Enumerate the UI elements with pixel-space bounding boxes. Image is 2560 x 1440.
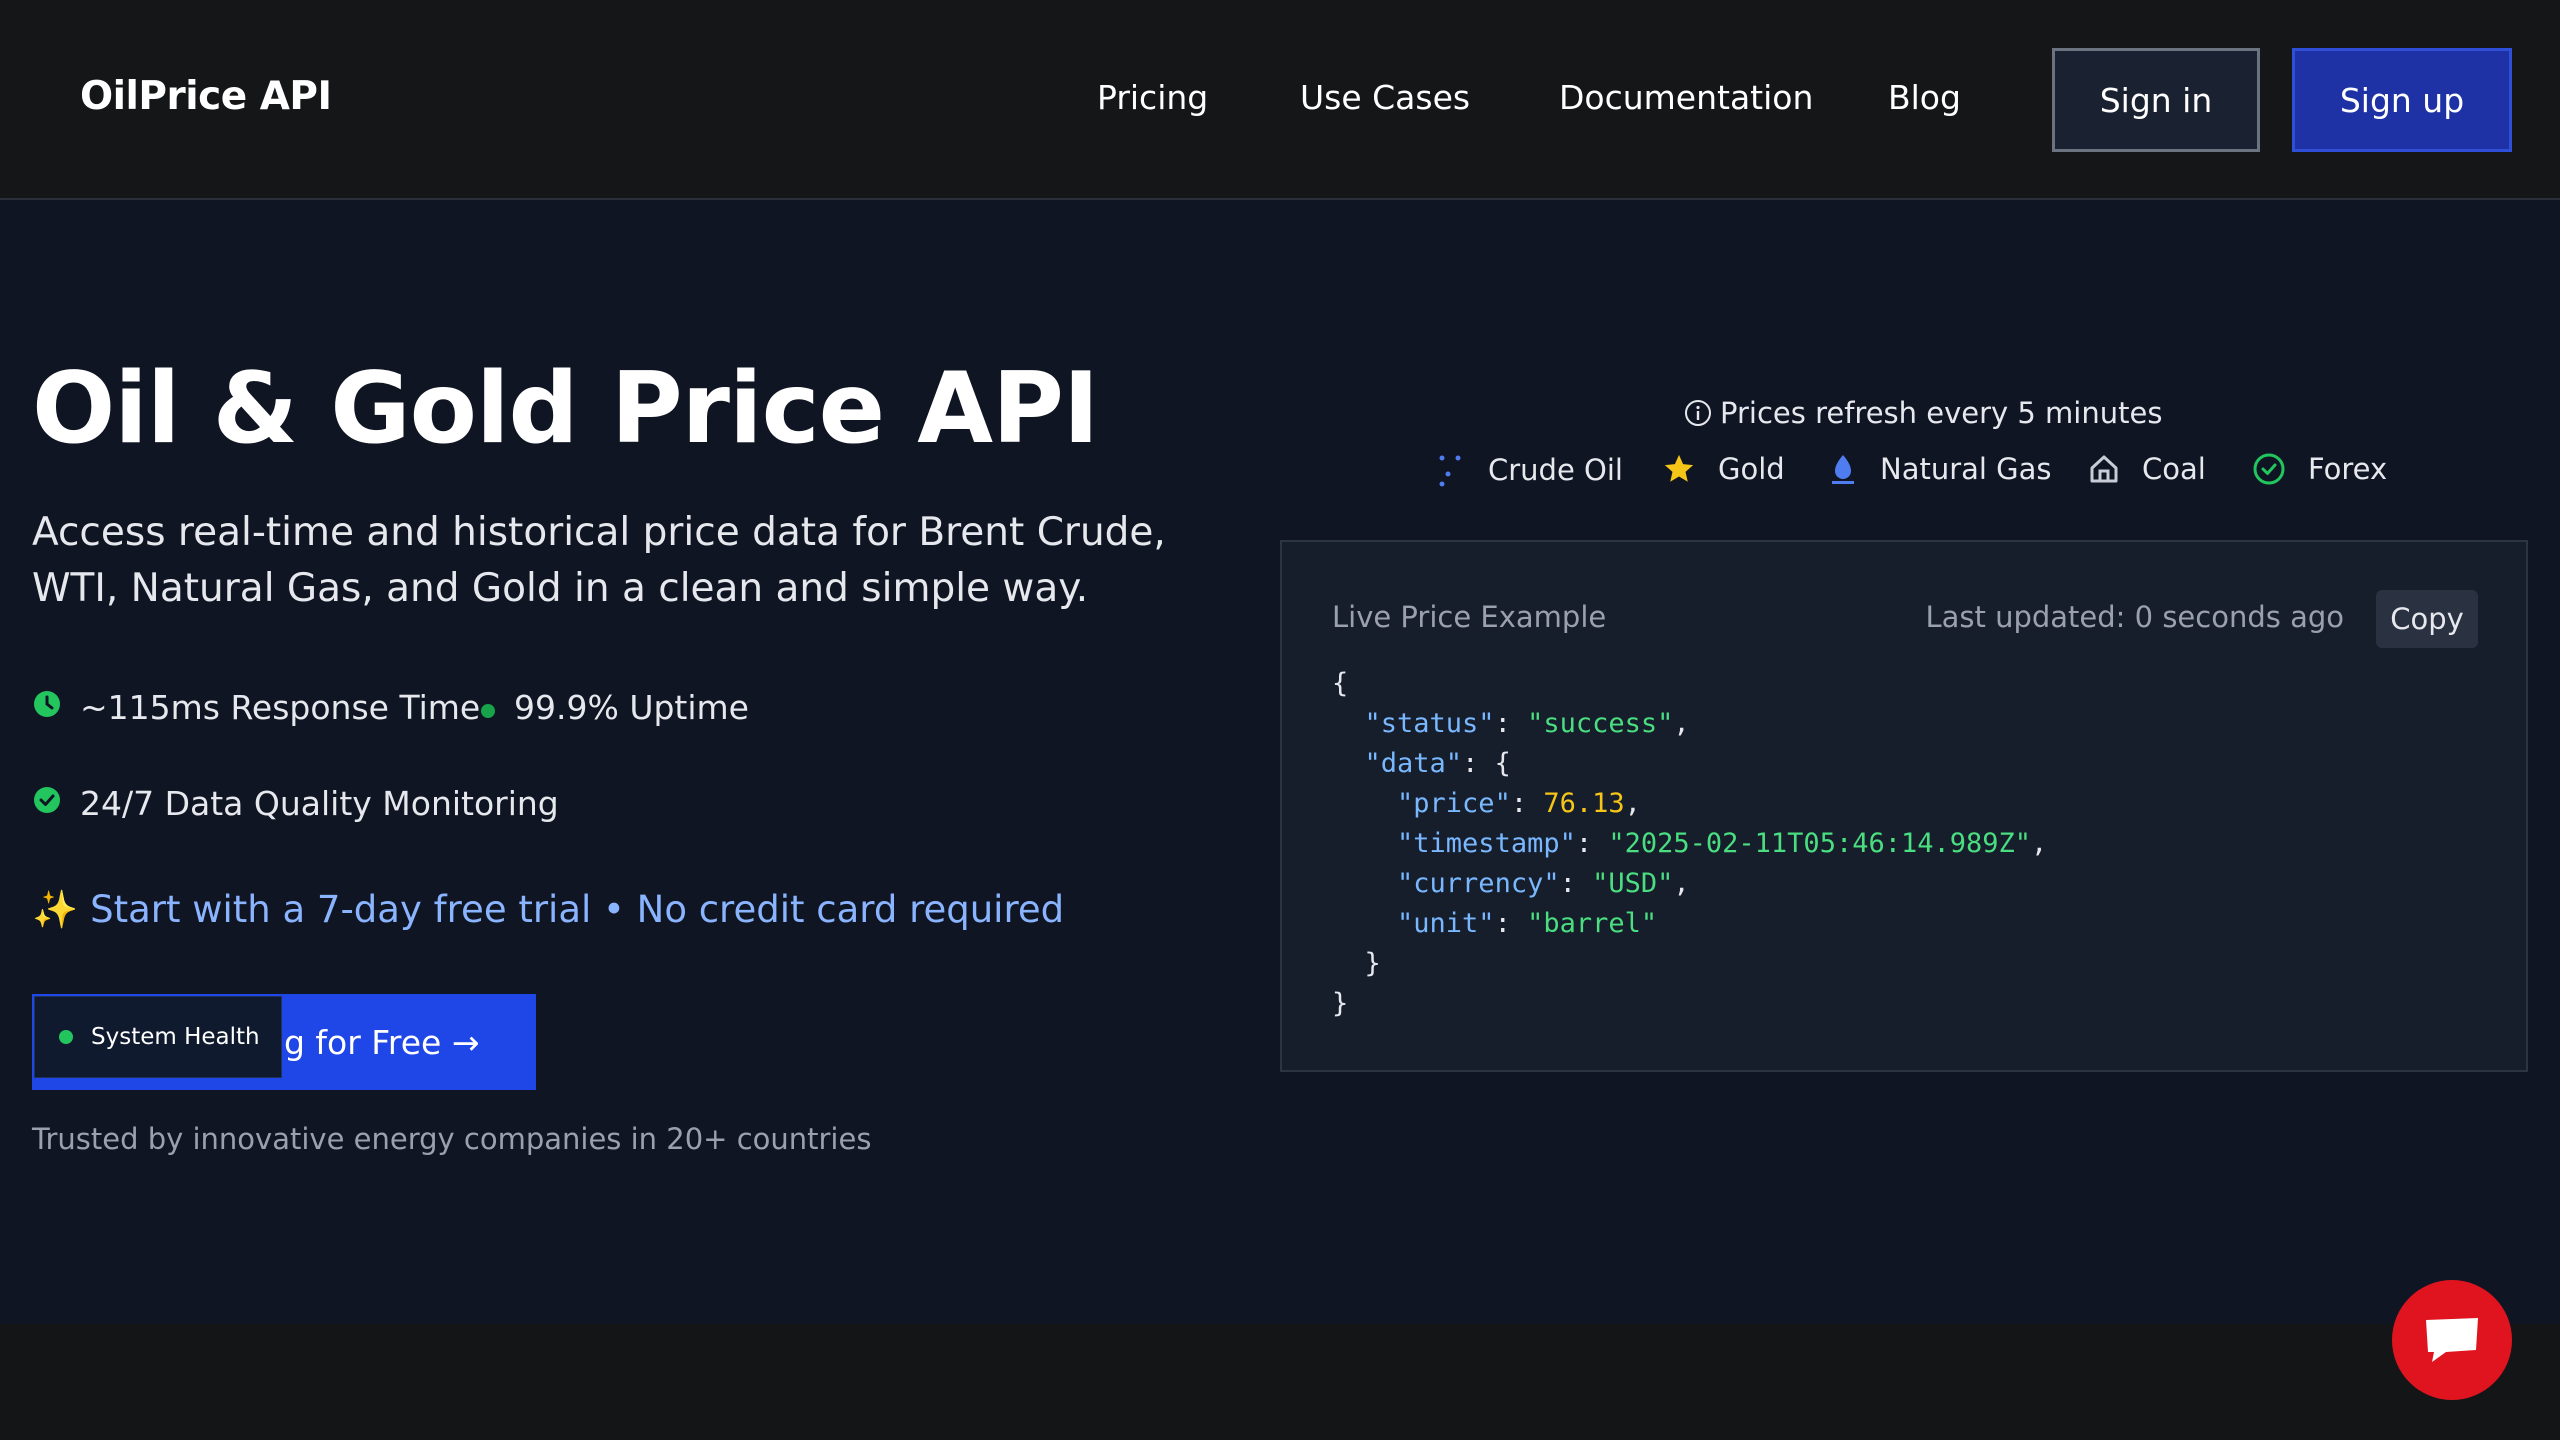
nav-pricing[interactable]: Pricing xyxy=(1097,78,1208,117)
status-dot-icon xyxy=(59,1030,73,1044)
status-dot-icon xyxy=(480,688,496,727)
info-icon xyxy=(1684,399,1712,427)
commodity-label: Natural Gas xyxy=(1880,452,2052,486)
home-icon xyxy=(2088,453,2120,485)
commodity-crude-oil[interactable]: Crude Oil xyxy=(1434,452,1623,488)
trusted-by-text: Trusted by innovative energy companies i… xyxy=(32,1122,872,1156)
metric-response-time: ~115ms Response Time xyxy=(32,688,480,727)
metric-uptime: 99.9% Uptime xyxy=(480,688,749,727)
footer-band xyxy=(0,1324,2560,1440)
commodity-label: Coal xyxy=(2142,452,2206,486)
refresh-info: Prices refresh every 5 minutes xyxy=(1684,396,2162,430)
commodity-label: Forex xyxy=(2308,452,2388,486)
sign-up-button[interactable]: Sign up xyxy=(2292,48,2512,152)
commodity-coal[interactable]: Coal xyxy=(2088,452,2206,486)
nav-documentation[interactable]: Documentation xyxy=(1559,78,1813,117)
commodity-label: Gold xyxy=(1718,452,1785,486)
live-price-card: Live Price Example Last updated: 0 secon… xyxy=(1280,540,2528,1072)
commodity-gold[interactable]: Gold xyxy=(1662,452,1785,486)
check-badge-icon xyxy=(32,784,62,823)
system-health-badge[interactable]: System Health xyxy=(34,996,282,1078)
free-trial-note[interactable]: ✨ Start with a 7-day free trial • No cred… xyxy=(32,888,1064,932)
json-code-block[interactable]: { "status": "success", "data": { "price"… xyxy=(1332,664,2047,1024)
card-title: Live Price Example xyxy=(1332,600,1607,634)
star-icon xyxy=(1662,452,1696,486)
commodity-forex[interactable]: Forex xyxy=(2252,452,2387,486)
site-header: OilPrice API Pricing Use Cases Documenta… xyxy=(0,0,2560,200)
logo[interactable]: OilPrice API xyxy=(80,74,332,119)
json-status-value: success xyxy=(1543,708,1658,739)
sign-in-button[interactable]: Sign in xyxy=(2052,48,2260,152)
metric-monitoring: 24/7 Data Quality Monitoring xyxy=(32,784,559,823)
json-timestamp-value: 2025-02-11T05:46:14.989Z xyxy=(1624,828,2015,859)
chat-bubble-icon xyxy=(2422,1314,2482,1366)
check-circle-icon xyxy=(2252,452,2286,486)
page-title: Oil & Gold Price API xyxy=(32,352,1099,466)
refresh-text: Prices refresh every 5 minutes xyxy=(1720,396,2163,430)
json-price-value: 76.13 xyxy=(1543,788,1625,819)
commodity-label: Crude Oil xyxy=(1488,453,1623,487)
metric-label: 99.9% Uptime xyxy=(514,688,749,727)
metric-label: ~115ms Response Time xyxy=(80,688,481,727)
oil-drops-icon xyxy=(1434,452,1466,488)
commodity-natural-gas[interactable]: Natural Gas xyxy=(1828,452,2052,486)
nav-use-cases[interactable]: Use Cases xyxy=(1300,78,1470,117)
copy-button[interactable]: Copy xyxy=(2376,590,2478,648)
sparkles-icon: ✨ xyxy=(32,888,79,931)
last-updated-text: Last updated: 0 seconds ago xyxy=(1925,600,2344,634)
json-unit-value: barrel xyxy=(1543,908,1641,939)
free-trial-text: Start with a 7-day free trial • No credi… xyxy=(90,888,1065,931)
metric-label: 24/7 Data Quality Monitoring xyxy=(80,784,559,823)
clock-icon xyxy=(32,688,62,727)
nav-blog[interactable]: Blog xyxy=(1888,78,1961,117)
hero-description: Access real-time and historical price da… xyxy=(32,510,1166,611)
system-health-label: System Health xyxy=(91,1024,260,1050)
json-currency-value: USD xyxy=(1608,868,1658,899)
flame-icon xyxy=(1828,452,1858,486)
chat-widget-button[interactable] xyxy=(2392,1280,2512,1400)
